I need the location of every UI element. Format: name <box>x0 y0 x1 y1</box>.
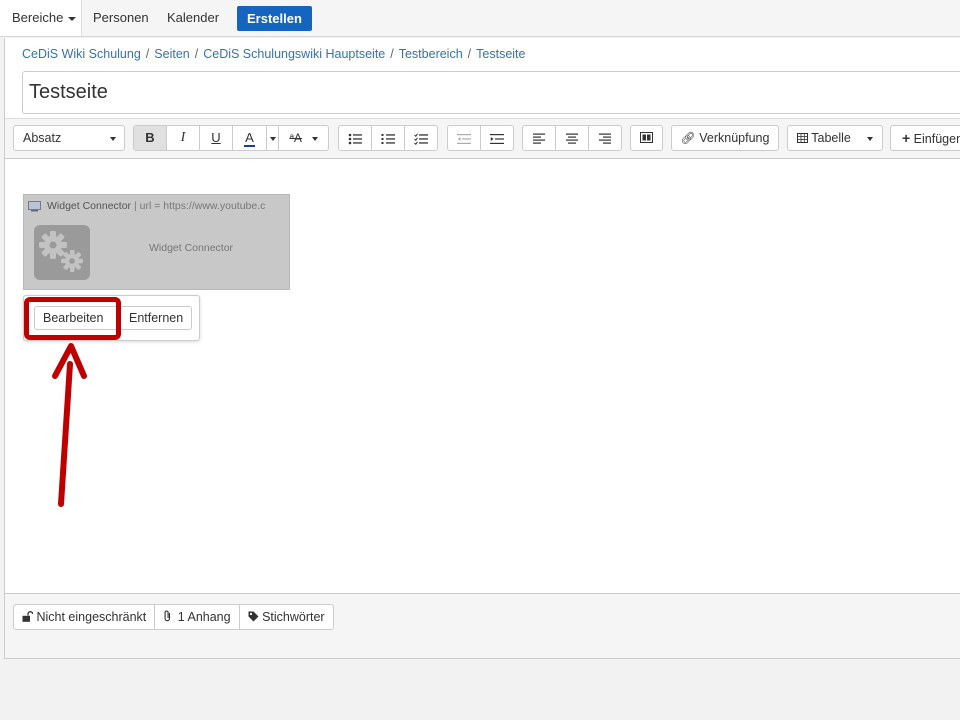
page: Bereiche Personen Kalender Erstellen CeD… <box>0 0 960 720</box>
annotation-arrow <box>52 343 87 507</box>
